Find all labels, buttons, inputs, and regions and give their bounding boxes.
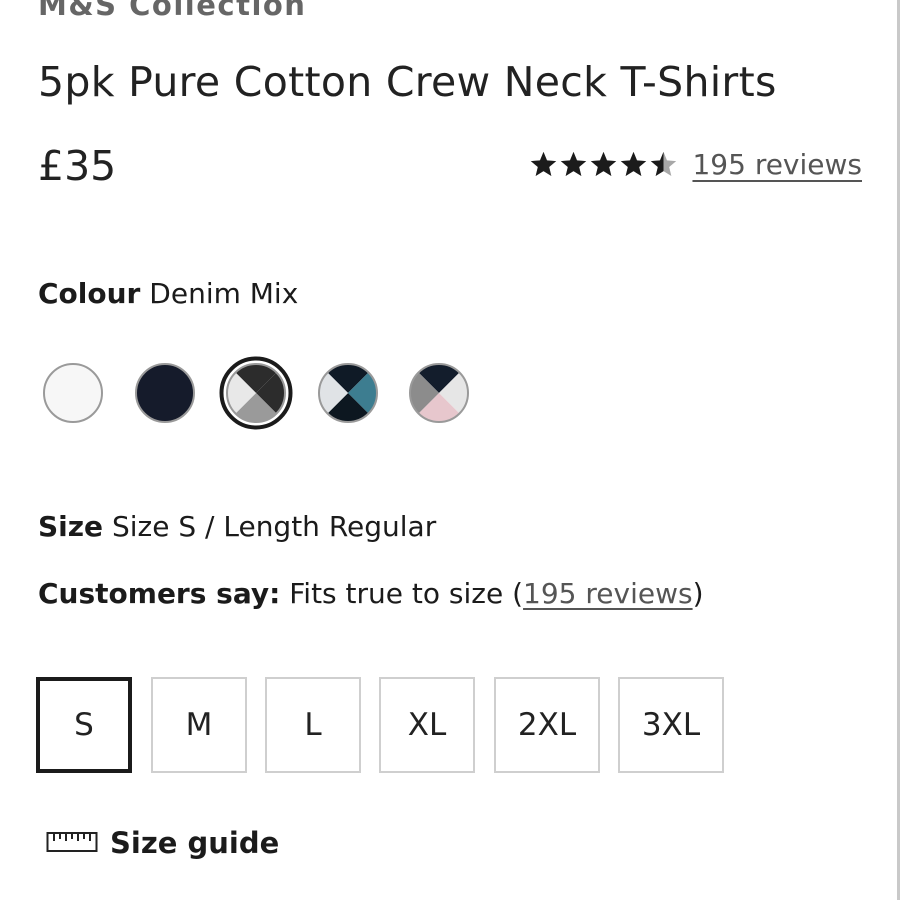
size-option-xl[interactable]: XL	[379, 677, 475, 773]
ruler-icon	[46, 826, 98, 860]
star-icon	[591, 151, 617, 176]
size-guide-label: Size guide	[110, 826, 280, 860]
star-rating	[529, 150, 678, 179]
colour-value: Denim Mix	[149, 277, 299, 310]
colour-swatch-navy[interactable]	[127, 355, 203, 431]
colour-selection: Colour Denim Mix	[38, 277, 298, 310]
reviews-link[interactable]: 195 reviews	[692, 148, 862, 181]
size-guide-link[interactable]: Size guide	[46, 826, 279, 860]
size-label: Size	[38, 510, 104, 543]
size-option-l[interactable]: L	[265, 677, 361, 773]
customers-say-value: Fits true to size	[289, 577, 504, 610]
colour-swatch-blue-mix[interactable]	[310, 355, 386, 431]
size-option-m[interactable]: M	[151, 677, 247, 773]
star-icon	[651, 151, 677, 176]
customers-say-label: Customers say:	[38, 577, 281, 610]
colour-swatch-white[interactable]	[35, 355, 111, 431]
colour-swatch-grey-mix[interactable]	[401, 355, 477, 431]
colour-swatch-denim-mix[interactable]	[218, 355, 294, 431]
product-title: 5pk Pure Cotton Crew Neck T-Shirts	[38, 58, 777, 106]
paren-close: )	[692, 577, 704, 610]
size-option-3xl[interactable]: 3XL	[618, 677, 724, 773]
star-icon	[531, 151, 557, 176]
product-price: £35	[38, 142, 117, 190]
size-selection: Size Size S / Length Regular	[38, 510, 436, 543]
brand-name: M&S Collection	[38, 0, 307, 22]
star-icon	[621, 151, 647, 176]
size-option-s[interactable]: S	[36, 677, 132, 773]
paren-open: (	[512, 577, 524, 610]
customers-say: Customers say: Fits true to size (195 re…	[38, 577, 704, 610]
colour-label: Colour	[38, 277, 141, 310]
size-value: Size S / Length Regular	[111, 510, 437, 543]
star-icon	[561, 151, 587, 176]
customers-reviews-link[interactable]: 195 reviews	[523, 577, 693, 610]
size-option-2xl[interactable]: 2XL	[494, 677, 600, 773]
rating-summary: 195 reviews	[529, 148, 862, 181]
